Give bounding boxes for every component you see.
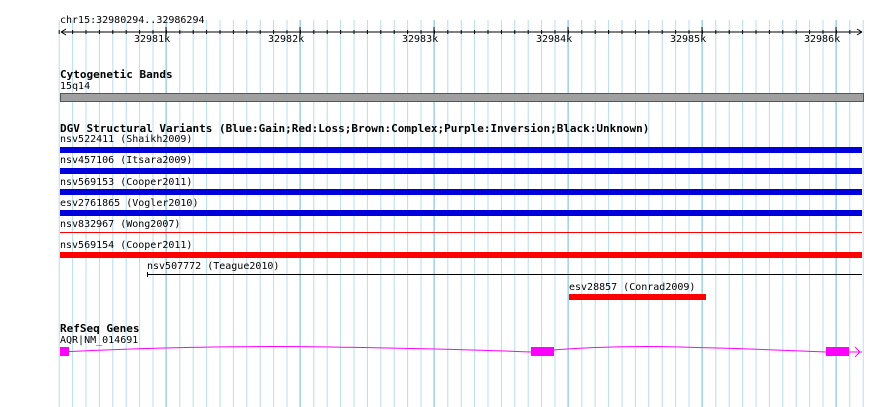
genome-browser: chr15:32980294..32986294 32981k 32982k 3…: [0, 0, 890, 407]
ruler-tick-label: 32983k: [402, 34, 439, 45]
variant-gain-bar[interactable]: [60, 147, 862, 153]
variant-label: esv2761865 (Vogler2010): [60, 198, 199, 209]
variant-label: nsv507772 (Teague2010): [147, 261, 280, 272]
variant-gain-bar[interactable]: [60, 168, 862, 174]
ruler-tick-label: 32984k: [536, 34, 573, 45]
cytoband-bar[interactable]: [60, 93, 864, 102]
variant-gain-bar[interactable]: [60, 189, 862, 195]
variant-gain-bar[interactable]: [60, 210, 862, 216]
ruler-tick-label: 32985k: [670, 34, 707, 45]
variant-label: nsv569154 (Cooper2011): [60, 240, 193, 251]
variant-end-cap: [147, 272, 148, 277]
variant-label: nsv457106 (Itsara2009): [60, 155, 193, 166]
track-title-cytoband: Cytogenetic Bands: [60, 68, 173, 81]
gene-model[interactable]: [0, 330, 890, 370]
cytoband-label: 15q14: [60, 81, 91, 92]
ruler[interactable]: [0, 0, 890, 60]
gene-exon: [531, 347, 554, 356]
variant-loss-bar[interactable]: [569, 294, 706, 300]
ruler-tick-label: 32982k: [268, 34, 305, 45]
ruler-tick-label: 32986k: [804, 34, 841, 45]
variant-label: nsv832967 (Wong2007): [60, 219, 181, 230]
gene-exon: [826, 347, 849, 356]
variant-label: nsv569153 (Cooper2011): [60, 177, 193, 188]
variant-label: nsv522411 (Shaikh2009): [60, 134, 193, 145]
ruler-tick-label: 32981k: [134, 34, 171, 45]
variant-loss-bar[interactable]: [60, 252, 862, 258]
variant-unknown-line[interactable]: [147, 274, 862, 275]
gene-exon: [60, 347, 69, 356]
variant-loss-line[interactable]: [60, 232, 862, 233]
gene-intron-line: [59, 346, 862, 353]
variant-label: esv28857 (Conrad2009): [569, 282, 696, 293]
